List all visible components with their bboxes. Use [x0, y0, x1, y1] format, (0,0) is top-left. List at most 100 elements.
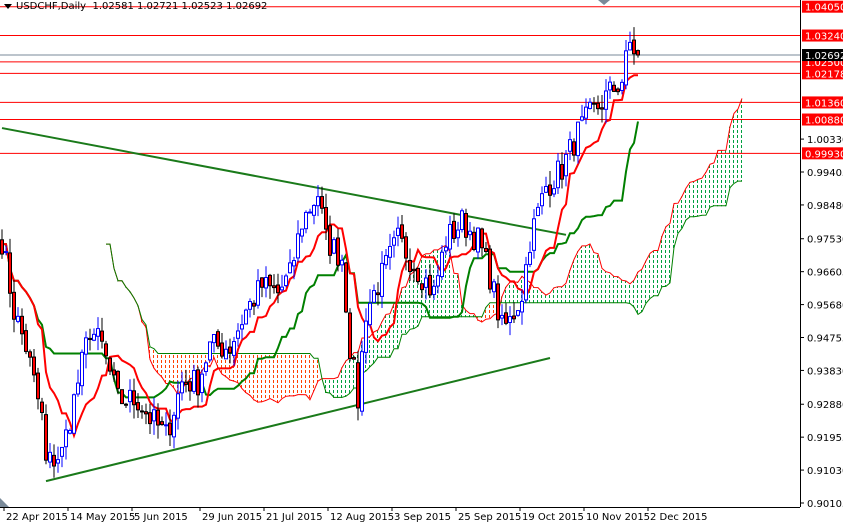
- cloud-segment: [216, 353, 220, 369]
- bull-candle: [604, 90, 608, 110]
- bull-candle: [96, 328, 100, 337]
- cloud-segment: [716, 150, 720, 207]
- bull-candle: [164, 424, 168, 427]
- bull-candle: [432, 285, 436, 295]
- cloud-segment: [164, 353, 168, 384]
- x-tick-label: 12 Aug 2015: [330, 512, 394, 523]
- bear-candle: [464, 213, 468, 238]
- bear-candle: [160, 421, 164, 426]
- cloud-segment: [316, 358, 320, 382]
- bull-candle: [64, 429, 68, 448]
- bull-candle: [588, 101, 592, 109]
- bull-candle: [288, 262, 292, 274]
- level-label: 1.02178: [805, 69, 843, 80]
- cloud-segment: [492, 302, 496, 316]
- bull-candle: [368, 302, 372, 326]
- dropdown-triangle-icon[interactable]: [4, 3, 12, 9]
- bull-candle: [284, 275, 288, 287]
- bear-candle: [168, 422, 172, 436]
- bull-candle: [180, 381, 184, 394]
- x-tick-label: 21 Jul 2015: [266, 512, 323, 523]
- bear-candle: [124, 403, 128, 406]
- price-chart[interactable]: 1.00330 0.99405 0.98480 0.97530 0.96605 0.956…: [0, 0, 843, 523]
- bull-candle: [92, 333, 96, 341]
- bear-candle: [452, 220, 456, 239]
- bull-candle: [528, 252, 532, 265]
- bull-candle: [308, 211, 312, 214]
- bull-candle: [248, 301, 252, 310]
- bear-candle: [136, 402, 140, 411]
- y-tick-label: 0.92880: [807, 400, 843, 411]
- x-tick-label: 10 Nov 2015: [586, 512, 650, 523]
- level-label: 1.04050: [805, 3, 843, 14]
- cloud-segment: [584, 245, 588, 304]
- bear-candle: [272, 285, 276, 289]
- y-tick-label: 0.98480: [807, 201, 843, 212]
- bull-candle: [448, 223, 452, 250]
- cloud-segment: [656, 250, 660, 297]
- bear-candle: [488, 248, 492, 290]
- cloud-segment: [636, 271, 640, 315]
- bear-candle: [116, 370, 120, 389]
- cloud-segment: [376, 330, 380, 358]
- cloud-segment: [268, 353, 272, 399]
- cloud-segment: [260, 353, 264, 403]
- chart-title: USDCHF,Daily 1.02581 1.02721 1.02523 1.0…: [4, 1, 267, 12]
- bear-candle: [216, 331, 220, 347]
- bear-candle: [228, 346, 232, 354]
- x-tick-label: 2 Dec 2015: [650, 512, 708, 523]
- bull-candle: [540, 193, 544, 207]
- cloud-segment: [720, 150, 724, 207]
- bear-candle: [496, 283, 500, 321]
- candles: [0, 27, 640, 478]
- ohlc-readout: 1.02581 1.02721 1.02523 1.02692: [92, 1, 268, 12]
- bear-candle: [612, 84, 616, 92]
- bear-candle: [504, 312, 508, 324]
- bear-candle: [412, 268, 416, 272]
- bear-candle: [108, 357, 112, 372]
- bear-candle: [336, 237, 340, 266]
- bear-candle: [52, 454, 56, 467]
- level-label: 1.00880: [805, 116, 843, 127]
- bear-candle: [484, 247, 488, 253]
- bull-candle: [372, 290, 376, 303]
- bear-candle: [400, 224, 404, 239]
- cloud-segment: [684, 188, 688, 221]
- bear-candle: [140, 410, 144, 413]
- bull-candle: [68, 429, 72, 434]
- bear-candle: [596, 102, 600, 110]
- bear-candle: [592, 102, 596, 105]
- bull-candle: [520, 300, 524, 313]
- cloud-segment: [604, 271, 608, 304]
- cloud-segment: [640, 269, 644, 313]
- bear-candle: [344, 262, 348, 313]
- bear-candle: [220, 342, 224, 357]
- bull-candle: [304, 211, 308, 230]
- cloud-segment: [276, 353, 280, 404]
- bear-candle: [356, 362, 360, 409]
- cloud-segment: [188, 353, 192, 380]
- bull-candle: [492, 281, 496, 293]
- cloud-segment: [692, 181, 696, 218]
- bull-candle: [56, 459, 60, 464]
- bear-candle: [348, 312, 352, 360]
- cloud-segment: [652, 250, 656, 297]
- symbol-label: USDCHF,Daily: [16, 1, 87, 12]
- cloud-segment: [328, 378, 332, 394]
- y-tick-label: 1.00330: [807, 135, 843, 146]
- bull-candle: [444, 246, 448, 252]
- bull-candle: [396, 227, 400, 236]
- cloud-segment: [168, 353, 172, 384]
- bear-candle: [188, 381, 192, 392]
- bear-candle: [404, 236, 408, 259]
- bull-candle: [340, 259, 344, 266]
- bull-candle: [584, 106, 588, 119]
- scroll-marker-icon: [0, 498, 9, 507]
- y-tick-label: 0.97530: [807, 235, 843, 246]
- bull-candle: [84, 337, 88, 355]
- cloud-segment: [380, 321, 384, 358]
- bull-candle: [72, 394, 76, 434]
- cloud-segment: [648, 253, 652, 300]
- bull-candle: [332, 239, 336, 254]
- level-label: 0.99930: [805, 149, 843, 160]
